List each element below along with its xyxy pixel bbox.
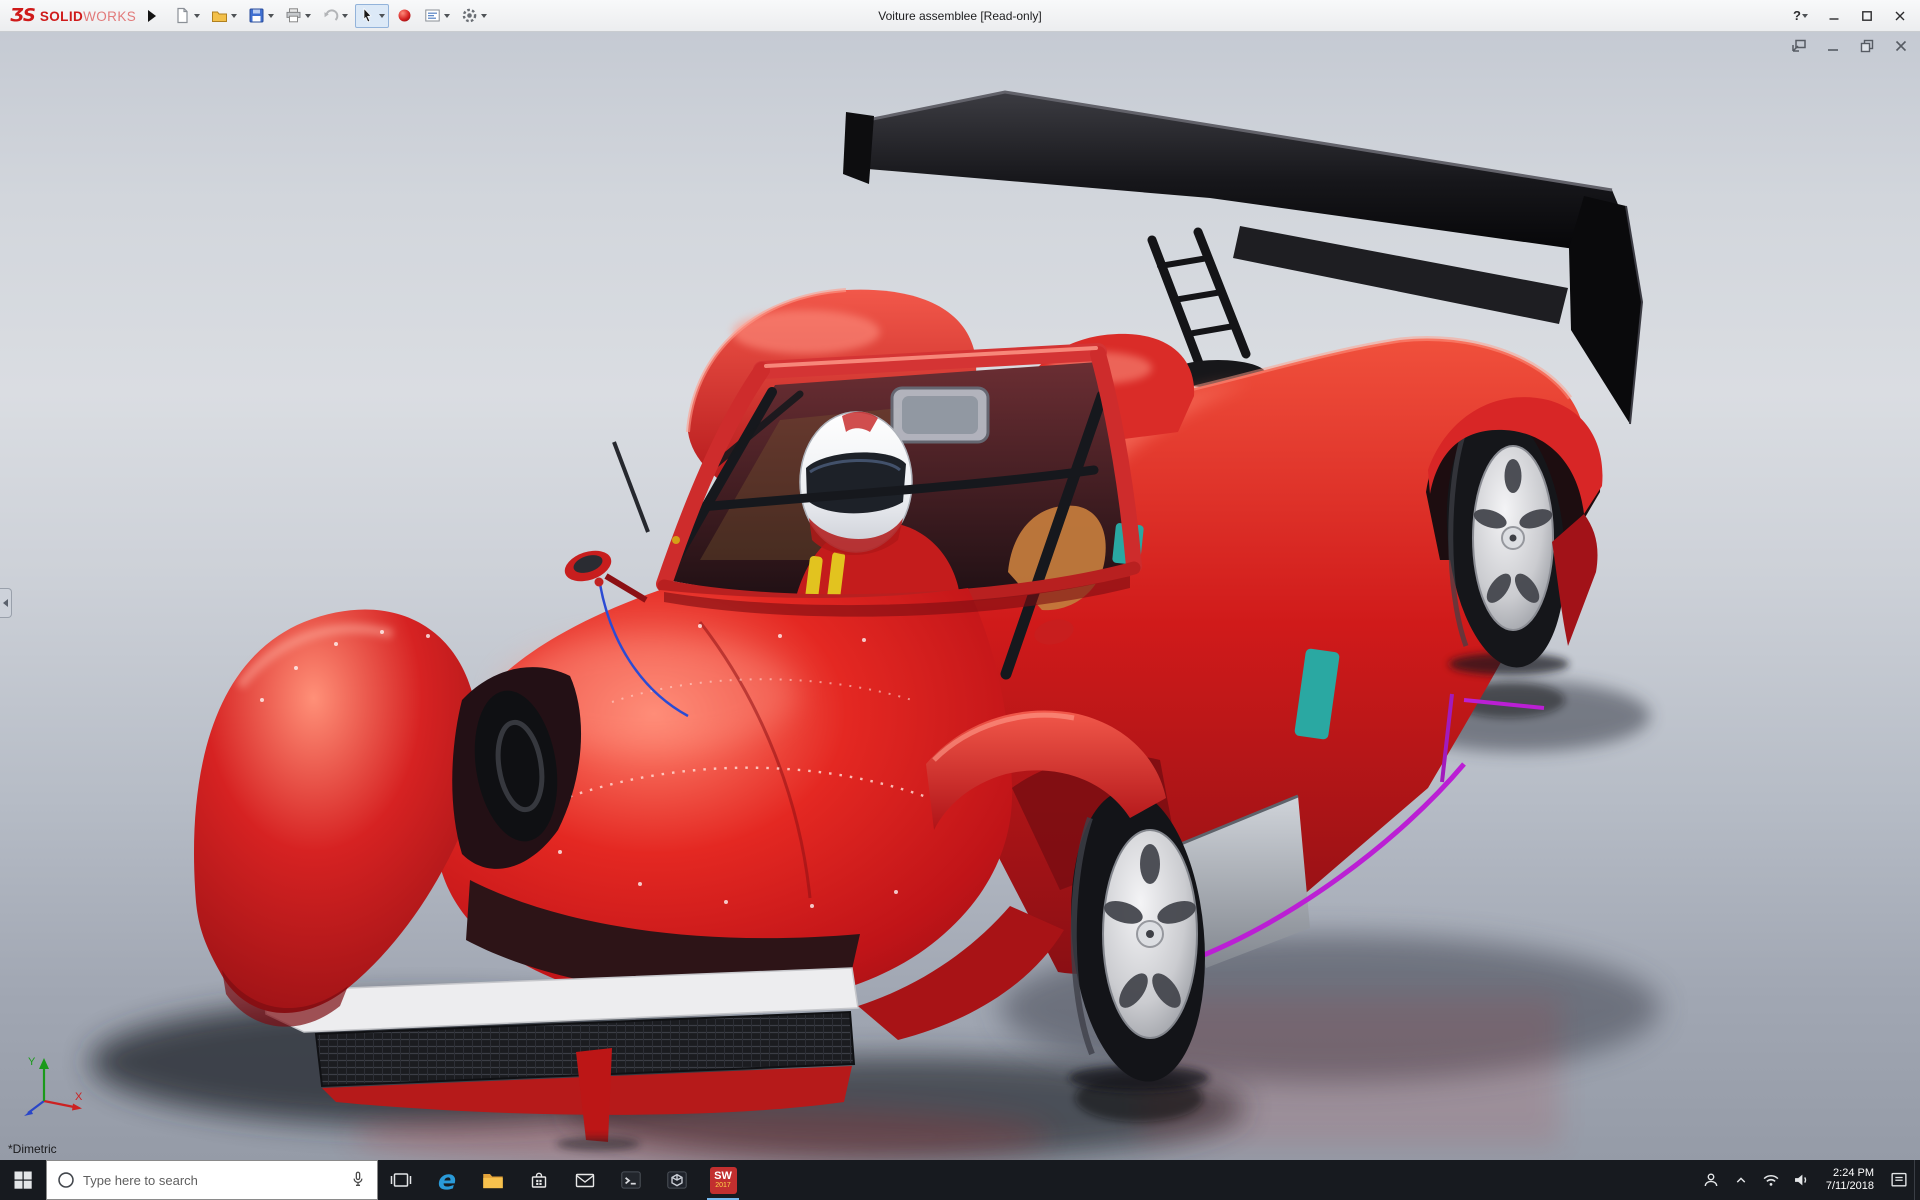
- windows-start-icon: [14, 1171, 32, 1189]
- view-orientation-label: *Dimetric: [8, 1142, 57, 1156]
- undo-button[interactable]: [318, 4, 352, 28]
- volume-button[interactable]: [1786, 1160, 1816, 1200]
- help-button[interactable]: ?: [1784, 1, 1817, 31]
- clock-date: 7/11/2018: [1825, 1180, 1874, 1192]
- dropdown-caret-icon: [342, 13, 349, 18]
- menu-flyout-arrow-icon[interactable]: [148, 9, 157, 22]
- 3d-viewport[interactable]: Y X *Dimetric: [0, 32, 1920, 1160]
- triad-axes-icon: Y X: [24, 1056, 83, 1116]
- dropdown-caret-icon: [305, 13, 312, 18]
- dropdown-caret-icon: [268, 13, 275, 18]
- maximize-icon: [1861, 10, 1872, 21]
- 3d-scene[interactable]: [0, 32, 1920, 1160]
- document-window-controls: [1788, 37, 1912, 55]
- dropdown-caret-icon: [481, 13, 488, 18]
- print-icon: [286, 8, 301, 23]
- file-explorer-icon: [483, 1174, 503, 1189]
- minimize-icon: [1829, 17, 1838, 20]
- gear-icon: [462, 8, 477, 23]
- close-icon: [1895, 11, 1904, 20]
- orientation-triad: Y X: [18, 1049, 90, 1126]
- cube-icon: [667, 1171, 687, 1189]
- edge-app-button[interactable]: e: [424, 1160, 470, 1200]
- float-window-icon: [1792, 39, 1806, 52]
- show-desktop-strip[interactable]: [1914, 1160, 1920, 1200]
- select-tool-button[interactable]: [355, 3, 390, 28]
- taskbar: e: [0, 1160, 1920, 1200]
- close-document-button[interactable]: [1890, 37, 1912, 55]
- network-icon: [1763, 1175, 1779, 1186]
- options-button[interactable]: [457, 4, 491, 28]
- minimize-button[interactable]: [1817, 1, 1850, 31]
- start-button[interactable]: [0, 1160, 46, 1200]
- collapsed-panel-arrow[interactable]: [0, 588, 12, 618]
- maximize-button[interactable]: [1850, 1, 1883, 31]
- close-button[interactable]: [1883, 1, 1916, 31]
- solidworks-icon: SW 2017: [709, 1166, 737, 1194]
- dropdown-caret-icon: [194, 13, 201, 18]
- dropdown-caret-icon: [231, 13, 238, 18]
- taskbar-spacer: [746, 1160, 1696, 1200]
- open-button[interactable]: [207, 4, 241, 28]
- triad-y-label: Y: [28, 1056, 36, 1068]
- minimize-icon: [1828, 49, 1838, 51]
- mail-icon: [575, 1173, 595, 1188]
- dropdown-caret-icon: [444, 13, 451, 18]
- action-center-icon: [1891, 1172, 1907, 1187]
- float-window-button[interactable]: [1788, 37, 1810, 55]
- solidworks-app-button[interactable]: SW 2017: [700, 1160, 746, 1200]
- dassault-logo-glyph: ƷS: [10, 5, 36, 26]
- dropdown-caret-icon: [379, 13, 386, 18]
- minimize-document-button[interactable]: [1822, 37, 1844, 55]
- chevron-up-icon: [1736, 1177, 1746, 1183]
- restore-icon: [1860, 39, 1874, 53]
- hidden-icons-button[interactable]: [1726, 1160, 1756, 1200]
- microphone-icon[interactable]: [347, 1169, 369, 1191]
- titlebar: ƷS SOLID WORKS Voiture assemblee [Read-o…: [0, 0, 1920, 32]
- mail-app-button[interactable]: [562, 1160, 608, 1200]
- task-view-icon: [390, 1173, 412, 1187]
- print-button[interactable]: [281, 4, 315, 28]
- cortana-icon: [58, 1172, 74, 1188]
- undo-icon: [324, 9, 339, 21]
- store-app-button[interactable]: [516, 1160, 562, 1200]
- task-view-button[interactable]: [378, 1160, 424, 1200]
- taskbar-clock[interactable]: 2:24 PM 7/11/2018: [1816, 1160, 1884, 1200]
- people-button[interactable]: [1696, 1160, 1726, 1200]
- dropdown-caret-icon: [1801, 13, 1808, 18]
- triad-x-label: X: [75, 1091, 83, 1103]
- window-controls: ?: [1784, 1, 1916, 31]
- console-app-button[interactable]: [608, 1160, 654, 1200]
- taskbar-search[interactable]: [46, 1160, 378, 1200]
- volume-icon: [1794, 1174, 1807, 1186]
- console-icon: [621, 1171, 641, 1189]
- new-document-button[interactable]: [170, 4, 204, 28]
- solidworks-window: ƷS SOLID WORKS Voiture assemblee [Read-o…: [0, 0, 1920, 1200]
- action-center-button[interactable]: [1884, 1160, 1914, 1200]
- quick-access-toolbar: [170, 3, 491, 28]
- document-title: Voiture assemblee [Read-only]: [878, 8, 1042, 23]
- store-icon: [531, 1172, 547, 1188]
- file-explorer-button[interactable]: [470, 1160, 516, 1200]
- drawing-sheet-icon: [425, 9, 440, 22]
- clock-time: 2:24 PM: [1833, 1167, 1874, 1179]
- close-icon: [1895, 40, 1907, 52]
- open-icon: [212, 11, 228, 22]
- appearance-sphere-icon: [398, 9, 411, 22]
- network-button[interactable]: [1756, 1160, 1786, 1200]
- 3d-viewer-app-button[interactable]: [654, 1160, 700, 1200]
- new-document-icon: [177, 7, 188, 24]
- select-cursor-icon: [363, 7, 372, 23]
- search-input[interactable]: [83, 1172, 341, 1188]
- save-icon: [249, 8, 264, 23]
- appearance-button[interactable]: [392, 4, 417, 28]
- restore-document-button[interactable]: [1856, 37, 1878, 55]
- solidworks-logo: ƷS SOLID WORKS: [10, 5, 137, 26]
- edge-icon: e: [437, 1164, 457, 1196]
- drawing-sheet-button[interactable]: [420, 4, 454, 28]
- people-icon: [1704, 1173, 1718, 1187]
- save-button[interactable]: [244, 4, 278, 28]
